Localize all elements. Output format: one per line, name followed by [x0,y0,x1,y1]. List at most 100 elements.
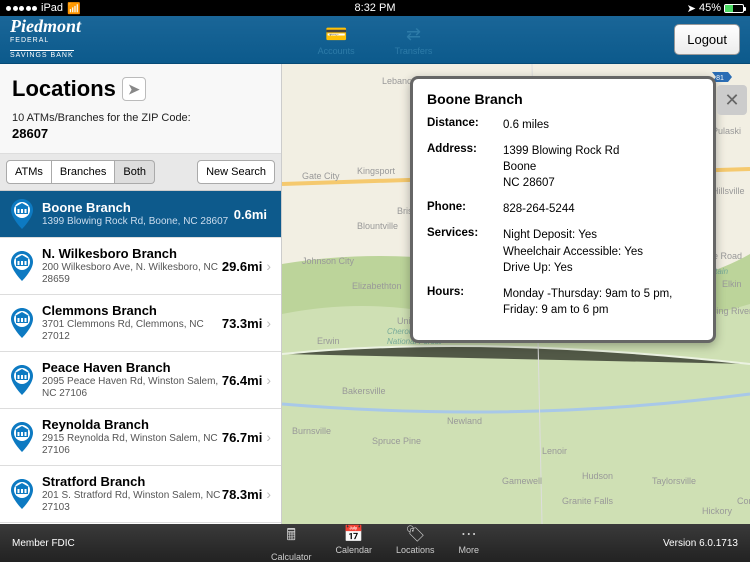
svg-text:Hickory: Hickory [702,506,733,516]
svg-text:Taylorsville: Taylorsville [652,476,696,486]
svg-text:Lenoir: Lenoir [542,446,567,456]
calendar-icon: 📅 [335,524,372,544]
locations-sidebar: Locations ➤ 10 ATMs/Branches for the ZIP… [0,64,282,524]
branch-distance: 0.6mi [234,207,267,222]
bank-pin-icon [10,251,34,281]
svg-text:Conover: Conover [737,496,750,506]
branch-list-item[interactable]: N. Wilkesboro Branch 200 Wilkesboro Ave,… [0,238,281,295]
tab-transfers[interactable]: ⇄Transfers [395,24,433,56]
bank-pin-icon [10,479,34,509]
chevron-right-icon: › [266,486,271,502]
location-icon: ➤ [687,2,696,15]
branch-list-item[interactable]: Hanes Branch › [0,523,281,524]
bank-pin-icon [10,308,34,338]
filter-both[interactable]: Both [115,160,155,184]
svg-text:Pulaski: Pulaski [712,126,741,136]
logo-text: Piedmont [10,17,81,35]
calculator-icon: 🖩 [271,524,312,551]
branch-address: 2095 Peace Haven Rd, Winston Salem, NC 2… [42,376,222,400]
svg-text:Erwin: Erwin [317,336,340,346]
svg-text:81: 81 [716,75,724,82]
battery-pct: 45% [699,2,721,14]
signal-icon [6,6,37,11]
popup-title: Boone Branch [427,91,699,107]
tab-accounts[interactable]: 💳Accounts [318,24,355,56]
branch-detail-popup: ✕ Boone Branch Distance:0.6 miles Addres… [410,76,716,343]
svg-text:Kingsport: Kingsport [357,166,396,176]
svg-text:Elkin: Elkin [722,279,742,289]
logout-button[interactable]: Logout [674,24,740,55]
svg-text:Newland: Newland [447,416,482,426]
branch-distance: 29.6mi [222,259,262,274]
tab-locations[interactable]: 🏷Locations [396,524,435,562]
app-header: Piedmont FEDERAL SAVINGS BANK 💳Accounts … [0,16,750,64]
svg-text:Johnson City: Johnson City [302,256,355,266]
chevron-right-icon: › [266,258,271,274]
locations-subtitle: 10 ATMs/Branches for the ZIP Code: [12,112,269,124]
branch-name: Peace Haven Branch [42,360,222,375]
branch-address: 201 S. Stratford Rd, Winston Salem, NC 2… [42,490,222,514]
branch-distance: 76.7mi [222,430,262,445]
carrier-label: iPad [41,2,63,14]
branch-name: N. Wilkesboro Branch [42,246,222,261]
branch-name: Reynolda Branch [42,417,222,432]
tab-more[interactable]: ⋯More [459,524,480,562]
branch-list-item[interactable]: Boone Branch 1399 Blowing Rock Rd, Boone… [0,191,281,238]
svg-text:Elizabethton: Elizabethton [352,281,402,291]
branch-name: Clemmons Branch [42,303,222,318]
locate-me-button[interactable]: ➤ [122,77,146,101]
chevron-right-icon: › [266,315,271,331]
branch-name: Boone Branch [42,200,234,215]
locations-title: Locations [12,76,116,102]
branch-distance: 76.4mi [222,373,262,388]
clock: 8:32 PM [355,2,396,14]
chevron-right-icon: › [266,429,271,445]
popup-phone: 828-264-5244 [503,201,699,217]
svg-text:Hudson: Hudson [582,471,613,481]
branch-address: 200 Wilkesboro Ave, N. Wilkesboro, NC 28… [42,262,222,286]
popup-hours: Monday -Thursday: 9am to 5 pm, Friday: 9… [503,286,699,318]
branch-list-item[interactable]: Clemmons Branch 3701 Clemmons Rd, Clemmo… [0,295,281,352]
tag-icon: 🏷 [396,524,435,544]
svg-text:Blountville: Blountville [357,221,398,231]
battery-icon [724,4,744,13]
svg-text:Gate City: Gate City [302,171,340,181]
bank-pin-icon [10,422,34,452]
chevron-right-icon: › [266,372,271,388]
bank-pin-icon [10,199,34,229]
branch-list-item[interactable]: Reynolda Branch 2915 Reynolda Rd, Winsto… [0,409,281,466]
more-icon: ⋯ [459,524,480,544]
version-label: Version 6.0.1713 [663,538,738,549]
svg-text:Hillsville: Hillsville [712,186,745,196]
bottom-toolbar: Member FDIC 🖩Calculator 📅Calendar 🏷Locat… [0,524,750,562]
wifi-icon: 📶 [67,2,81,15]
branch-address: 1399 Blowing Rock Rd, Boone, NC 28607 [42,216,234,228]
tab-calendar[interactable]: 📅Calendar [335,524,372,562]
filter-segment[interactable]: ATMs Branches Both [6,160,155,184]
popup-distance: 0.6 miles [503,117,699,133]
branch-name: Stratford Branch [42,474,222,489]
map[interactable]: Lebanon Gate City Kingsport Abingdon Mar… [282,64,750,524]
branch-list[interactable]: Boone Branch 1399 Blowing Rock Rd, Boone… [0,191,281,524]
svg-text:Bakersville: Bakersville [342,386,386,396]
new-search-button[interactable]: New Search [197,160,275,184]
bank-pin-icon [10,365,34,395]
close-button[interactable]: ✕ [717,85,747,115]
svg-text:Burnsville: Burnsville [292,426,331,436]
tab-calculator[interactable]: 🖩Calculator [271,524,312,562]
branch-distance: 78.3mi [222,487,262,502]
branch-distance: 73.3mi [222,316,262,331]
svg-text:Granite Falls: Granite Falls [562,496,614,506]
svg-text:Gamewell: Gamewell [502,476,542,486]
branch-address: 3701 Clemmons Rd, Clemmons, NC 27012 [42,319,222,343]
popup-address: 1399 Blowing Rock Rd Boone NC 28607 [503,143,699,191]
branch-list-item[interactable]: Stratford Branch 201 S. Stratford Rd, Wi… [0,466,281,523]
zipcode-value: 28607 [12,126,269,141]
brand-logo: Piedmont FEDERAL SAVINGS BANK [10,17,81,62]
status-bar: iPad 📶 8:32 PM ➤ 45% [0,0,750,16]
filter-atms[interactable]: ATMs [6,160,52,184]
svg-text:Spruce Pine: Spruce Pine [372,436,421,446]
branch-list-item[interactable]: Peace Haven Branch 2095 Peace Haven Rd, … [0,352,281,409]
member-fdic: Member FDIC [12,538,75,549]
filter-branches[interactable]: Branches [52,160,115,184]
